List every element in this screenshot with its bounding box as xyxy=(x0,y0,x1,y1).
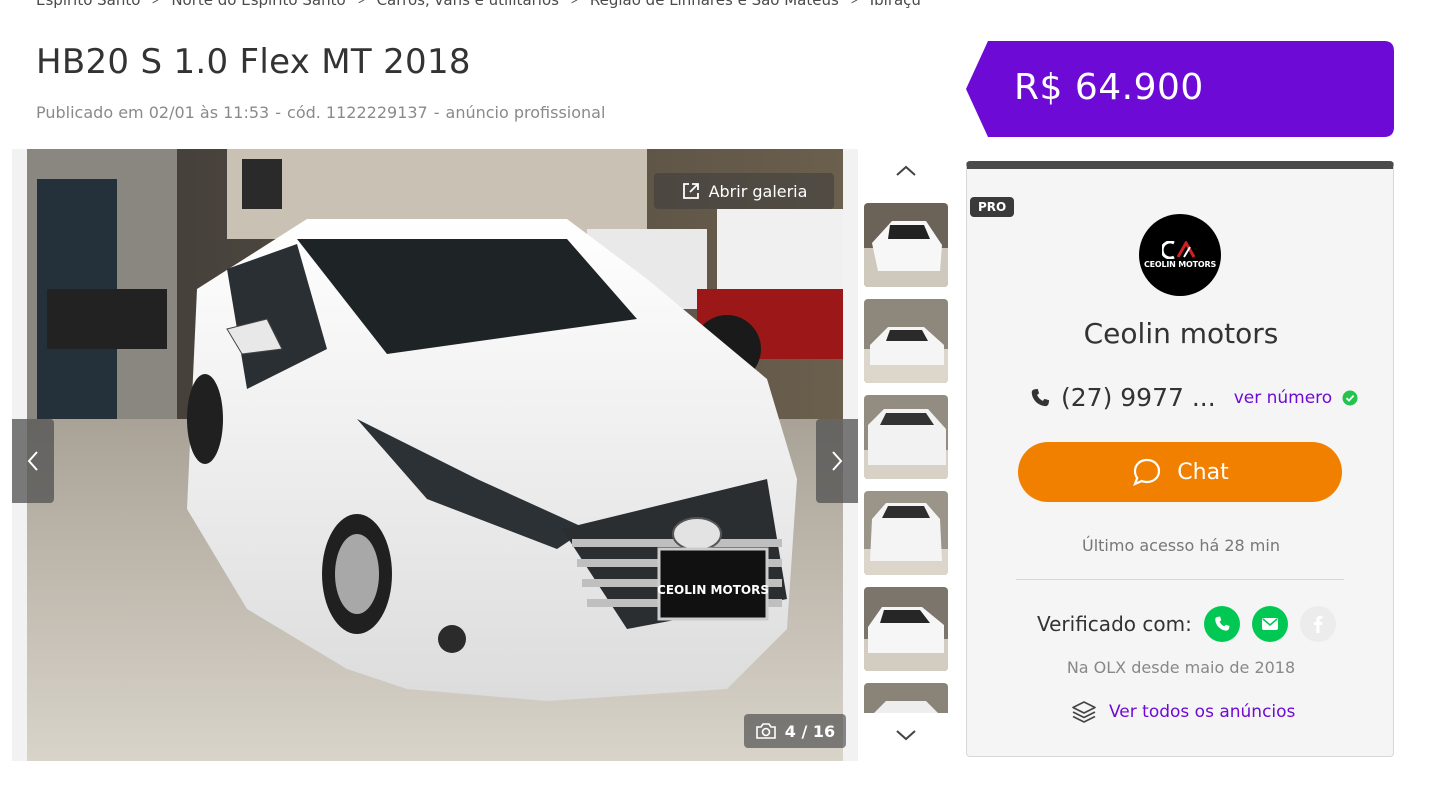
phone-verified-icon xyxy=(1203,606,1240,642)
thumbnail-6[interactable] xyxy=(864,683,948,713)
photo-counter: 4 / 16 xyxy=(744,714,846,748)
seller-logo-text: CEOLIN MOTORS xyxy=(1143,260,1217,269)
external-link-icon xyxy=(682,183,699,199)
chat-bubble-icon xyxy=(1133,458,1161,487)
photo-counter-label: 4 / 16 xyxy=(784,721,836,741)
chevron-right-icon: > xyxy=(357,0,365,8)
previous-photo-button[interactable] xyxy=(12,419,54,503)
thumbnail-image xyxy=(864,491,948,575)
breadcrumb-item[interactable]: Norte do Espírito Santo xyxy=(171,0,345,9)
breadcrumb-item[interactable]: Ibiraçu xyxy=(870,0,921,9)
thumbnail-5[interactable] xyxy=(864,587,948,671)
email-verified-icon xyxy=(1251,606,1288,642)
verified-row: Verificado com: xyxy=(1037,606,1336,642)
photo-gallery: CEOLIN MOTORS Abrir galeria 4 / 16 xyxy=(12,149,858,761)
thumbnail-strip xyxy=(864,155,948,755)
phone-icon xyxy=(1031,388,1050,406)
layers-icon xyxy=(1072,701,1096,723)
chevron-right-icon xyxy=(832,451,843,471)
verified-label: Verificado com: xyxy=(1037,612,1192,636)
listing-type: anúncio profissional xyxy=(445,103,606,122)
thumbnail-image xyxy=(864,395,948,479)
open-gallery-button[interactable]: Abrir galeria xyxy=(654,173,834,209)
camera-icon xyxy=(755,723,776,739)
next-photo-button[interactable] xyxy=(816,419,858,503)
listing-meta: Publicado em 02/01 às 11:53- cód. 1122229… xyxy=(36,103,606,122)
listing-code: cód. 1122229137 xyxy=(287,103,428,122)
phone-row: (27) 9977 ... ver número xyxy=(1029,383,1358,412)
open-gallery-label: Abrir galeria xyxy=(708,181,808,201)
thumbnails-up-button[interactable] xyxy=(894,163,918,183)
main-photo[interactable]: CEOLIN MOTORS xyxy=(27,149,843,761)
thumbnail-2[interactable] xyxy=(864,299,948,383)
pro-badge: PRO xyxy=(970,197,1015,217)
divider xyxy=(1016,579,1344,580)
published-date: Publicado em 02/01 às 11:53 xyxy=(36,103,270,122)
all-ads-link[interactable]: Ver todos os anúncios xyxy=(1071,699,1295,725)
breadcrumb-item[interactable]: Região de Linhares e São Mateus xyxy=(590,0,839,9)
chevron-right-icon: > xyxy=(152,0,160,8)
member-since: Na OLX desde maio de 2018 xyxy=(1066,658,1296,677)
chevron-right-icon: > xyxy=(570,0,579,8)
chevron-up-icon xyxy=(896,165,916,176)
chevron-left-icon xyxy=(27,451,38,471)
chat-button-label: Chat xyxy=(1177,459,1229,485)
breadcrumb-item[interactable]: Carros, vans e utilitários xyxy=(377,0,559,9)
seller-logo[interactable]: CEOLIN MOTORS xyxy=(1139,214,1221,296)
thumbnails-down-button[interactable] xyxy=(894,727,918,747)
thumbnail-3[interactable] xyxy=(864,395,948,479)
phone-number: (27) 9977 ... xyxy=(1061,383,1216,412)
facebook-icon xyxy=(1299,606,1336,642)
breadcrumb-item[interactable]: Espírito Santo xyxy=(36,0,140,9)
thumbnail-image xyxy=(864,299,948,383)
chevron-down-icon xyxy=(896,730,916,741)
last-access: Último acesso há 28 min xyxy=(1082,536,1280,555)
plate-text: CEOLIN MOTORS xyxy=(657,583,769,597)
all-ads-label: Ver todos os anúncios xyxy=(1109,702,1296,722)
seller-name[interactable]: Ceolin motors xyxy=(967,317,1395,350)
price-tag: R$ 64.900 xyxy=(966,41,1394,137)
thumbnail-list xyxy=(864,203,948,713)
verified-check-icon xyxy=(1342,390,1358,405)
chevron-right-icon: > xyxy=(850,0,859,8)
thumbnail-4[interactable] xyxy=(864,491,948,575)
seller-card: PRO CEOLIN MOTORS Ceolin motors (27) 997… xyxy=(966,161,1394,757)
show-number-link[interactable]: ver número xyxy=(1234,388,1333,408)
chat-button[interactable]: Chat xyxy=(1018,442,1342,502)
car-photo-illustration: CEOLIN MOTORS xyxy=(27,149,843,761)
thumbnail-image xyxy=(864,587,948,671)
thumbnail-1[interactable] xyxy=(864,203,948,287)
breadcrumb: Espírito Santo > Norte do Espírito Santo… xyxy=(36,0,921,9)
thumbnail-image xyxy=(864,203,948,287)
ceolin-logo-icon xyxy=(1162,241,1196,259)
thumbnail-image xyxy=(864,683,948,713)
price-value: R$ 64.900 xyxy=(1014,67,1204,108)
listing-title: HB20 S 1.0 Flex MT 2018 xyxy=(36,42,471,82)
